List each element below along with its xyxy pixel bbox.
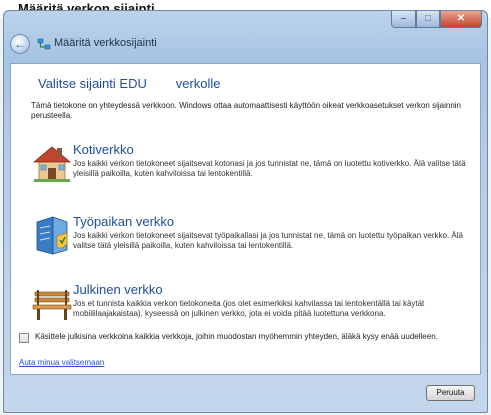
option-title[interactable]: Kotiverkko [73,142,134,157]
cancel-button[interactable]: Peruuta [426,385,475,401]
intro-text: Tämä tietokone on yhteydessä verkkoon. W… [31,101,462,120]
work-network-icon [31,214,73,256]
option-description: Jos et tunnista kaikkia verkon tietokone… [73,299,425,318]
option-description: Jos kaikki verkon tietokoneet sijaitseva… [73,231,463,250]
network-icon [37,37,51,51]
minimize-button[interactable]: – [391,11,416,28]
close-button[interactable]: ✕ [440,11,482,28]
option-description: Jos kaikki verkon tietokoneet sijaitseva… [73,159,466,178]
title-bar: ← Määritä verkkosijainti – □ ✕ [4,11,487,63]
option-title[interactable]: Työpaikan verkko [73,214,174,229]
treat-all-public-checkbox[interactable] [19,333,29,343]
back-arrow-icon: ← [14,37,26,51]
dialog-window: ← Määritä verkkosijainti – □ ✕ Valitse s… [3,10,488,413]
page-heading: Valitse sijainti EDU verkolle [38,76,221,91]
checkbox-label[interactable]: Käsittele julkisina verkkoina kaikkia ve… [35,332,465,342]
home-network-icon [31,142,73,184]
caption-buttons: – □ ✕ [391,11,482,29]
content-panel: Valitse sijainti EDU verkolle Tämä tieto… [10,63,481,375]
public-network-icon [31,282,73,324]
option-home-network[interactable]: Kotiverkko Jos kaikki verkon tietokoneet… [31,142,471,202]
maximize-button[interactable]: □ [416,11,440,28]
option-work-network[interactable]: Työpaikan verkko Jos kaikki verkon tieto… [31,214,471,274]
option-title[interactable]: Julkinen verkko [73,282,163,297]
help-me-choose-link[interactable]: Auta minua valitsemaan [19,358,104,367]
back-button[interactable]: ← [10,34,30,54]
window-title: Määritä verkkosijainti [54,37,157,49]
